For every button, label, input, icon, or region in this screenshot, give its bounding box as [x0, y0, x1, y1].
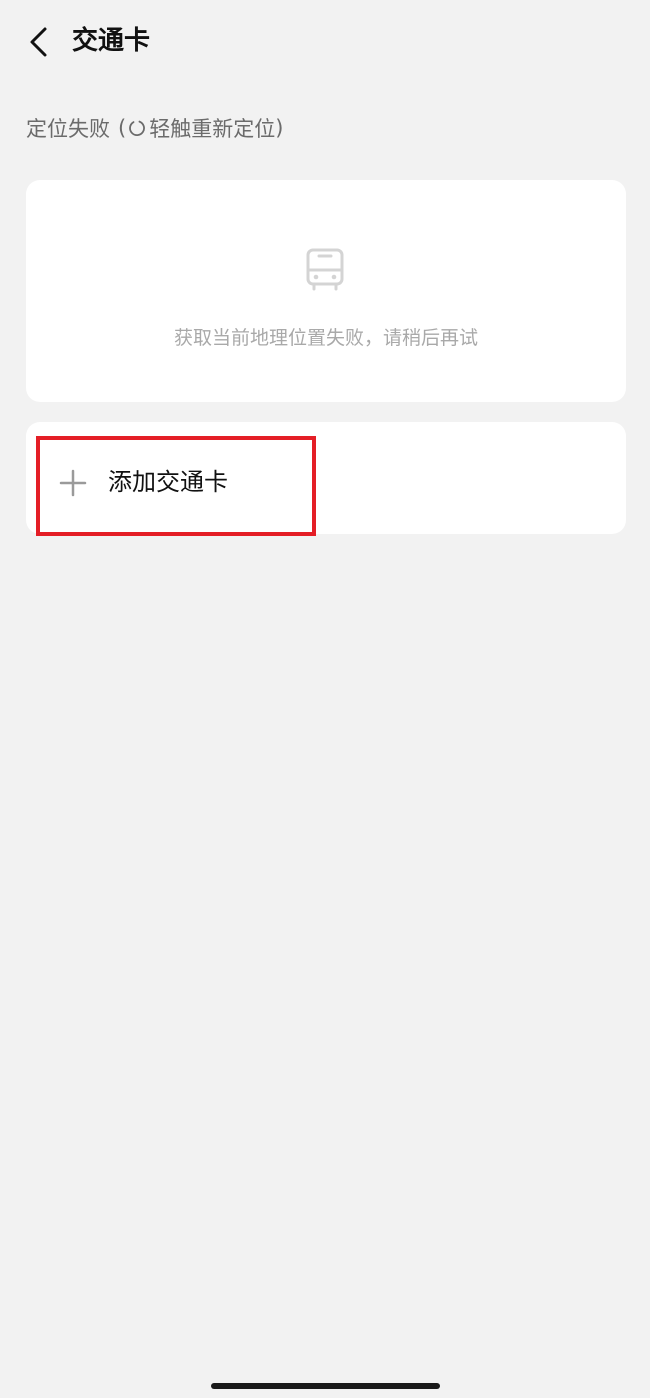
back-button[interactable] — [18, 22, 58, 62]
paren-open: ( — [118, 116, 127, 140]
add-card-panel: 添加交通卡 — [26, 422, 626, 536]
chevron-left-icon — [30, 27, 47, 57]
location-failed-message: 获取当前地理位置失败，请稍后再试 — [173, 327, 478, 349]
paren-close: ) — [275, 116, 284, 140]
location-status-row: 定位失败 ( 轻触重新定位 ) — [26, 112, 283, 144]
top-bar: 交通卡 — [0, 0, 650, 84]
relocate-label: 轻触重新定位 — [149, 117, 276, 141]
location-failed-card: 获取当前地理位置失败，请稍后再试 — [26, 180, 626, 402]
plus-icon — [59, 469, 87, 497]
location-status-text: 定位失败 — [26, 117, 110, 141]
refresh-icon — [127, 118, 147, 138]
home-indicator[interactable] — [211, 1383, 440, 1389]
relocate-link[interactable]: 轻触重新定位 — [126, 113, 275, 143]
add-transit-card-button[interactable]: 添加交通卡 — [36, 436, 316, 536]
add-transit-card-label: 添加交通卡 — [108, 468, 228, 496]
bus-icon — [306, 248, 344, 291]
page-title: 交通卡 — [72, 26, 151, 56]
